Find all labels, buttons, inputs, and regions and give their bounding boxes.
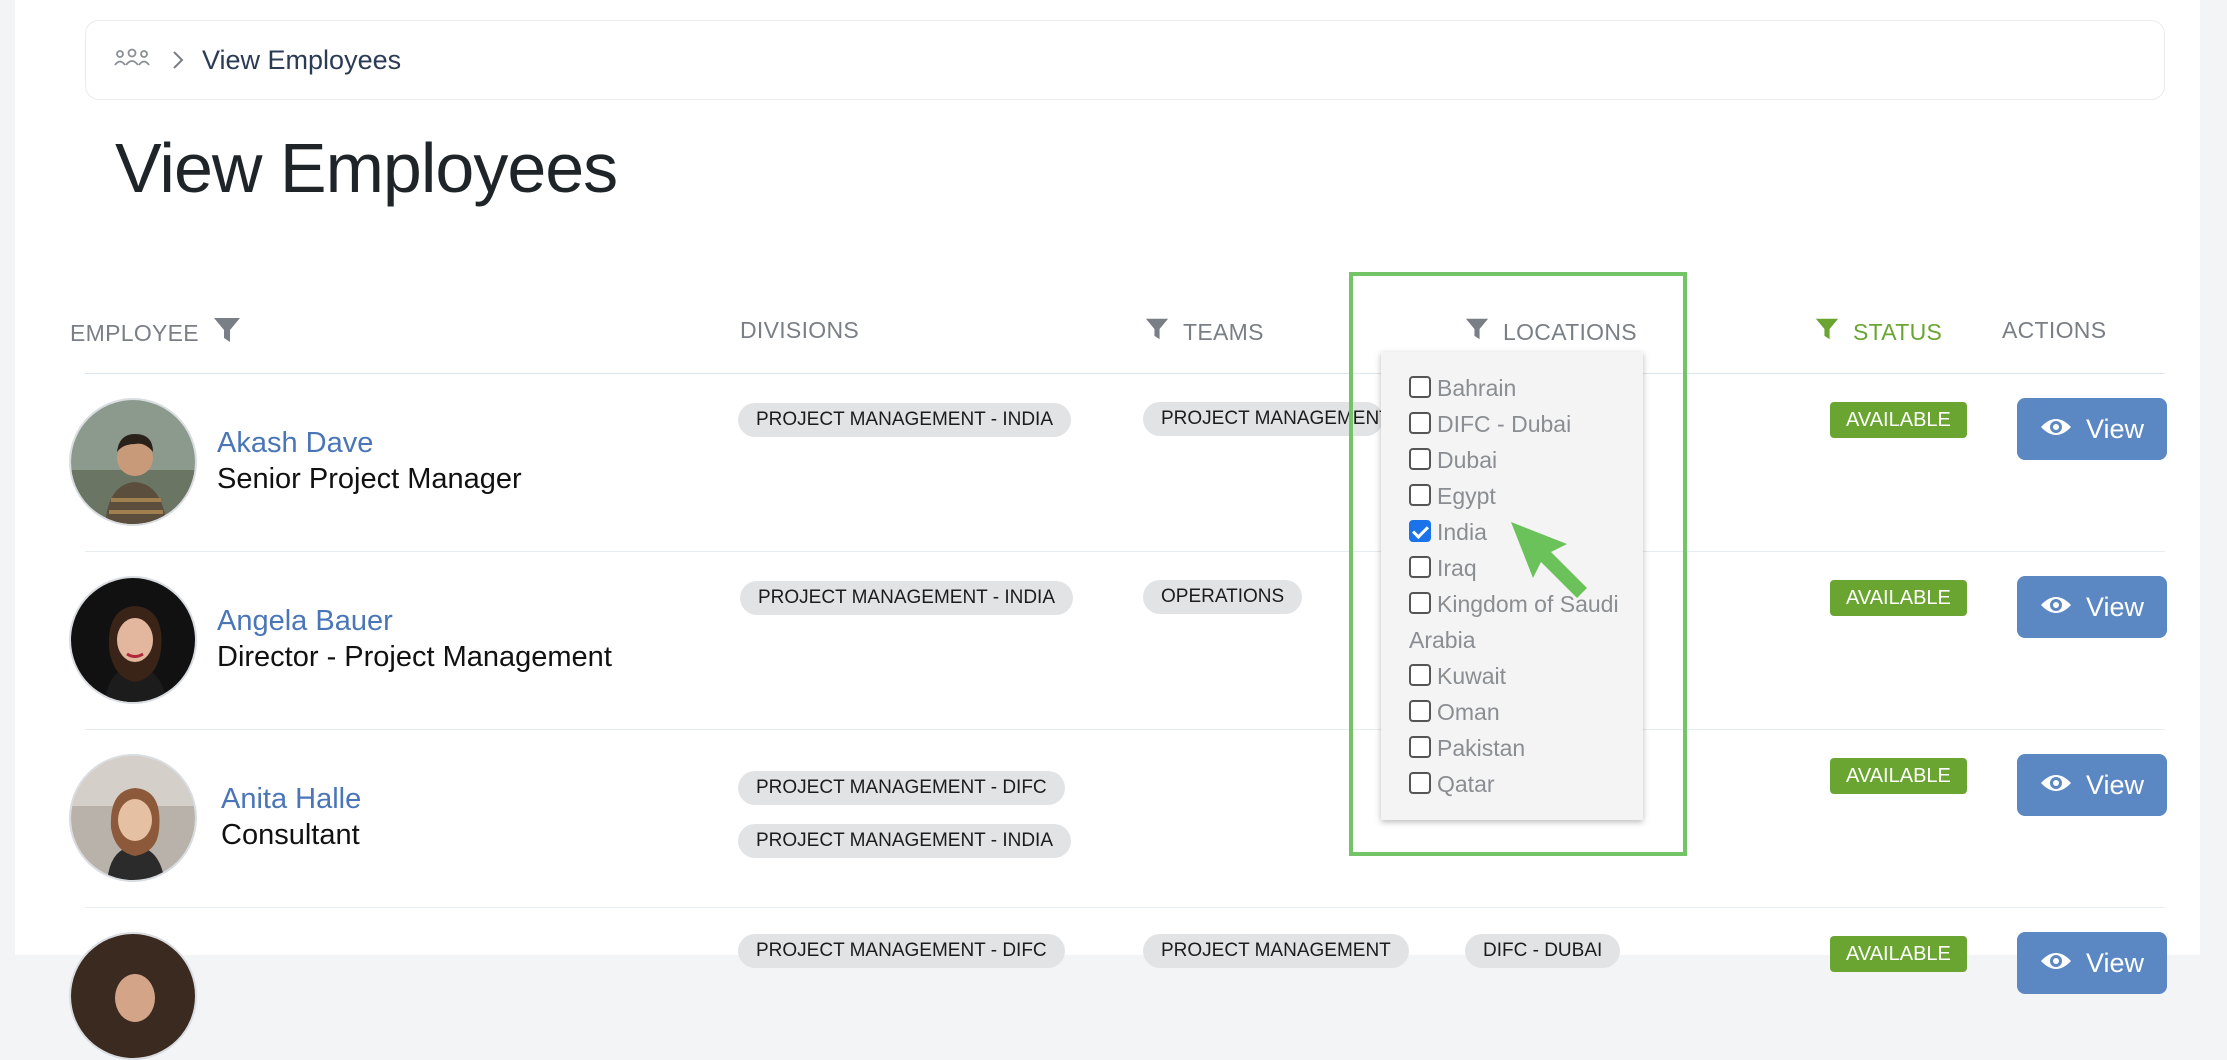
page-title: View Employees	[115, 129, 618, 207]
view-button[interactable]: View	[2017, 754, 2167, 816]
team-tag: OPERATIONS	[1143, 580, 1303, 614]
avatar[interactable]	[69, 398, 197, 526]
view-button[interactable]: View	[2017, 398, 2167, 460]
funnel-filter-icon[interactable]	[1145, 317, 1169, 347]
division-tag: PROJECT MANAGEMENT - INDIA	[738, 403, 1071, 437]
employee-title: Senior Project Manager	[217, 463, 522, 495]
employee-name[interactable]: Akash Dave	[217, 427, 373, 460]
avatar[interactable]	[69, 754, 197, 882]
chevron-right-icon	[172, 50, 184, 70]
people-group-icon[interactable]	[114, 47, 150, 74]
team-tag: PROJECT MANAGEMENT	[1143, 402, 1383, 436]
column-header-actions: ACTIONS	[2002, 317, 2106, 344]
header-divider	[85, 373, 2165, 374]
division-tag: PROJECT MANAGEMENT - INDIA	[740, 581, 1073, 615]
row-divider	[85, 907, 2165, 908]
employee-title: Consultant	[221, 819, 360, 851]
row-divider	[85, 729, 2165, 730]
avatar[interactable]	[69, 932, 197, 1060]
view-button[interactable]: View	[2017, 932, 2167, 994]
employee-name[interactable]: Anita Halle	[221, 783, 361, 816]
column-header-employee: EMPLOYEE	[70, 317, 241, 349]
division-tag: PROJECT MANAGEMENT - INDIA	[738, 824, 1071, 858]
view-button-label: View	[2085, 591, 2145, 622]
status-badge: AVAILABLE	[1830, 402, 1967, 438]
status-badge: AVAILABLE	[1830, 758, 1967, 794]
employee-name[interactable]: Angela Bauer	[217, 605, 393, 638]
column-label-divisions: DIVISIONS	[740, 317, 860, 343]
division-tag: PROJECT MANAGEMENT - DIFC	[738, 934, 1065, 968]
eye-icon	[2040, 592, 2072, 623]
eye-icon	[2040, 948, 2072, 979]
column-label-status: STATUS	[1853, 318, 1943, 345]
arrow-cursor-icon	[1507, 518, 1591, 607]
column-label-employee: EMPLOYEE	[70, 319, 199, 346]
breadcrumb: View Employees	[85, 20, 2165, 100]
row-divider	[85, 551, 2165, 552]
division-tag: PROJECT MANAGEMENT - DIFC	[738, 771, 1065, 805]
column-header-divisions: DIVISIONS	[740, 317, 859, 344]
column-label-teams: TEAMS	[1183, 318, 1264, 345]
view-button-label: View	[2085, 413, 2145, 444]
status-badge: AVAILABLE	[1830, 580, 1967, 616]
employee-title: Director - Project Management	[217, 641, 612, 673]
page-container: View Employees View Employees EMPLOYEE D…	[15, 0, 2200, 1060]
location-tag: DIFC - DUBAI	[1465, 934, 1621, 968]
status-badge: AVAILABLE	[1830, 936, 1967, 972]
breadcrumb-current[interactable]: View Employees	[202, 45, 401, 76]
view-button[interactable]: View	[2017, 576, 2167, 638]
view-button-label: View	[2085, 947, 2145, 978]
avatar[interactable]	[69, 576, 197, 704]
funnel-filter-icon[interactable]	[1815, 317, 1839, 347]
view-button-label: View	[2085, 769, 2145, 800]
team-tag: PROJECT MANAGEMENT	[1143, 934, 1409, 968]
eye-icon	[2040, 414, 2072, 445]
eye-icon	[2040, 770, 2072, 801]
column-header-status: STATUS	[1815, 317, 1942, 347]
column-header-teams: TEAMS	[1145, 317, 1264, 347]
funnel-filter-icon[interactable]	[213, 317, 241, 349]
column-label-actions: ACTIONS	[2002, 317, 2107, 343]
